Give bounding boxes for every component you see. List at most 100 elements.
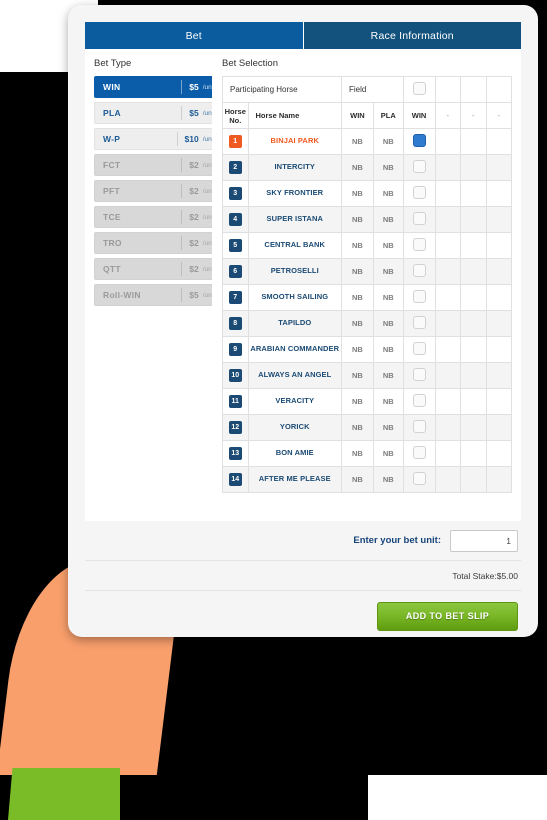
win-checkbox[interactable] xyxy=(412,316,426,329)
extra-cell-2 xyxy=(460,206,487,233)
table-row[interactable]: 6 PETROSELLI NB NB xyxy=(222,258,512,285)
horse-name-cell[interactable]: SMOOTH SAILING xyxy=(247,284,342,311)
win-checkbox-cell[interactable] xyxy=(402,362,436,389)
table-row[interactable]: 2 INTERCITY NB NB xyxy=(222,154,512,181)
horse-name-cell[interactable]: TAPILDO xyxy=(247,310,342,337)
horse-no-cell: 7 xyxy=(222,284,249,311)
win-checkbox-cell[interactable] xyxy=(402,128,436,155)
header-field-select-all-cell[interactable] xyxy=(402,76,436,103)
header-extra-cell-3 xyxy=(485,76,512,103)
bet-type-w-p[interactable]: W-P $10/unit xyxy=(94,128,212,150)
horse-no-cell: 2 xyxy=(222,154,249,181)
extra-cell-1 xyxy=(434,128,461,155)
horse-no-cell: 5 xyxy=(222,232,249,259)
table-row[interactable]: 3 SKY FRONTIER NB NB xyxy=(222,180,512,207)
horse-name-cell[interactable]: ARABIAN COMMANDER xyxy=(247,336,342,363)
win-odds-cell: NB xyxy=(341,258,374,285)
tab-race-information-label: Race Information xyxy=(370,29,454,42)
win-checkbox-cell[interactable] xyxy=(402,206,436,233)
pla-odds-cell: NB xyxy=(372,362,404,389)
win-checkbox[interactable] xyxy=(412,264,426,277)
bet-type-pft: PFT $2/unit xyxy=(94,180,212,202)
tab-bet[interactable]: Bet xyxy=(85,22,303,49)
horse-name-cell[interactable]: CENTRAL BANK xyxy=(247,232,342,259)
horse-number-badge: 4 xyxy=(228,213,242,226)
win-odds-cell: NB xyxy=(341,414,374,441)
win-odds-cell: NB xyxy=(341,362,374,389)
extra-cell-2 xyxy=(460,180,487,207)
win-checkbox-cell[interactable] xyxy=(402,466,436,493)
extra-cell-2 xyxy=(460,414,487,441)
win-checkbox[interactable] xyxy=(412,446,426,459)
win-checkbox[interactable] xyxy=(412,472,426,485)
table-row[interactable]: 12 YORICK NB NB xyxy=(222,414,512,441)
table-row[interactable]: 4 SUPER ISTANA NB NB xyxy=(222,206,512,233)
bet-type-pla[interactable]: PLA $5/unit xyxy=(94,102,212,124)
bet-type-code: W-P xyxy=(103,134,121,144)
total-stake-value: Total Stake:$5.00 xyxy=(452,570,518,581)
win-checkbox[interactable] xyxy=(412,212,426,225)
horse-name-cell[interactable]: SUPER ISTANA xyxy=(247,206,342,233)
win-checkbox-cell[interactable] xyxy=(402,180,436,207)
table-row[interactable]: 7 SMOOTH SAILING NB NB xyxy=(222,284,512,311)
column-pla: PLA xyxy=(372,102,404,129)
win-checkbox[interactable] xyxy=(412,186,426,199)
horse-name-cell[interactable]: INTERCITY xyxy=(247,154,342,181)
add-to-bet-slip-button[interactable]: ADD TO BET SLIP xyxy=(377,601,518,631)
win-checkbox-cell[interactable] xyxy=(402,284,436,311)
pla-odds-cell: NB xyxy=(372,310,404,337)
horse-no-cell: 12 xyxy=(222,414,249,441)
bet-type-price: $10 xyxy=(184,134,199,144)
win-checkbox-cell[interactable] xyxy=(402,310,436,337)
table-row[interactable]: 5 CENTRAL BANK NB NB xyxy=(222,232,512,259)
bet-unit-input[interactable] xyxy=(450,529,518,552)
win-odds-cell: NB xyxy=(341,336,374,363)
extra-cell-3 xyxy=(485,310,512,337)
table-row[interactable]: 8 TAPILDO NB NB xyxy=(222,310,512,337)
table-row[interactable]: 9 ARABIAN COMMANDER NB NB xyxy=(222,336,512,363)
win-odds-cell: NB xyxy=(341,466,374,493)
table-row[interactable]: 10 ALWAYS AN ANGEL NB NB xyxy=(222,362,512,389)
horse-name-cell[interactable]: VERACITY xyxy=(247,388,342,415)
horse-number-badge: 8 xyxy=(228,317,242,330)
win-checkbox[interactable] xyxy=(412,368,426,381)
background-block-bottom-right xyxy=(368,775,547,820)
win-checkbox-cell[interactable] xyxy=(402,232,436,259)
win-checkbox[interactable] xyxy=(412,420,426,433)
extra-cell-3 xyxy=(485,414,512,441)
column-field-win: WIN xyxy=(402,102,436,129)
win-checkbox[interactable] xyxy=(412,290,426,303)
table-row[interactable]: 14 AFTER ME PLEASE NB NB xyxy=(222,466,512,493)
bet-type-price: $2 xyxy=(189,186,199,196)
bet-type-unit: /unit xyxy=(202,161,212,169)
win-checkbox[interactable] xyxy=(412,342,426,355)
horse-name-cell[interactable]: BON AMIE xyxy=(247,440,342,467)
horse-name-cell[interactable]: PETROSELLI xyxy=(247,258,342,285)
win-checkbox-cell[interactable] xyxy=(402,414,436,441)
win-checkbox[interactable] xyxy=(412,394,426,407)
horse-name-cell[interactable]: YORICK xyxy=(247,414,342,441)
tab-race-information[interactable]: Race Information xyxy=(302,22,521,49)
win-odds-cell: NB xyxy=(341,128,374,155)
horse-number-badge: 11 xyxy=(228,395,242,408)
win-odds-cell: NB xyxy=(341,388,374,415)
bet-selection-panel: Bet Selection Participating Horse Field xyxy=(222,58,512,511)
bet-type-win[interactable]: WIN $5/unit xyxy=(94,76,212,98)
table-row[interactable]: 13 BON AMIE NB NB xyxy=(222,440,512,467)
field-select-all-checkbox[interactable] xyxy=(412,82,426,95)
win-checkbox[interactable] xyxy=(412,238,426,251)
horse-name-cell[interactable]: SKY FRONTIER xyxy=(247,180,342,207)
win-checkbox-cell[interactable] xyxy=(402,388,436,415)
win-checkbox-cell[interactable] xyxy=(402,258,436,285)
win-checkbox-cell[interactable] xyxy=(402,440,436,467)
table-row[interactable]: 1 BINJAI PARK NB NB xyxy=(222,128,512,155)
win-checkbox[interactable] xyxy=(412,160,426,173)
horse-name-cell[interactable]: BINJAI PARK xyxy=(247,128,342,155)
win-checkbox-cell[interactable] xyxy=(402,154,436,181)
header-extra-cell-2 xyxy=(460,76,487,103)
horse-name-cell[interactable]: AFTER ME PLEASE xyxy=(247,466,342,493)
win-checkbox-cell[interactable] xyxy=(402,336,436,363)
horse-name-cell[interactable]: ALWAYS AN ANGEL xyxy=(247,362,342,389)
win-checkbox[interactable] xyxy=(412,134,426,147)
table-row[interactable]: 11 VERACITY NB NB xyxy=(222,388,512,415)
